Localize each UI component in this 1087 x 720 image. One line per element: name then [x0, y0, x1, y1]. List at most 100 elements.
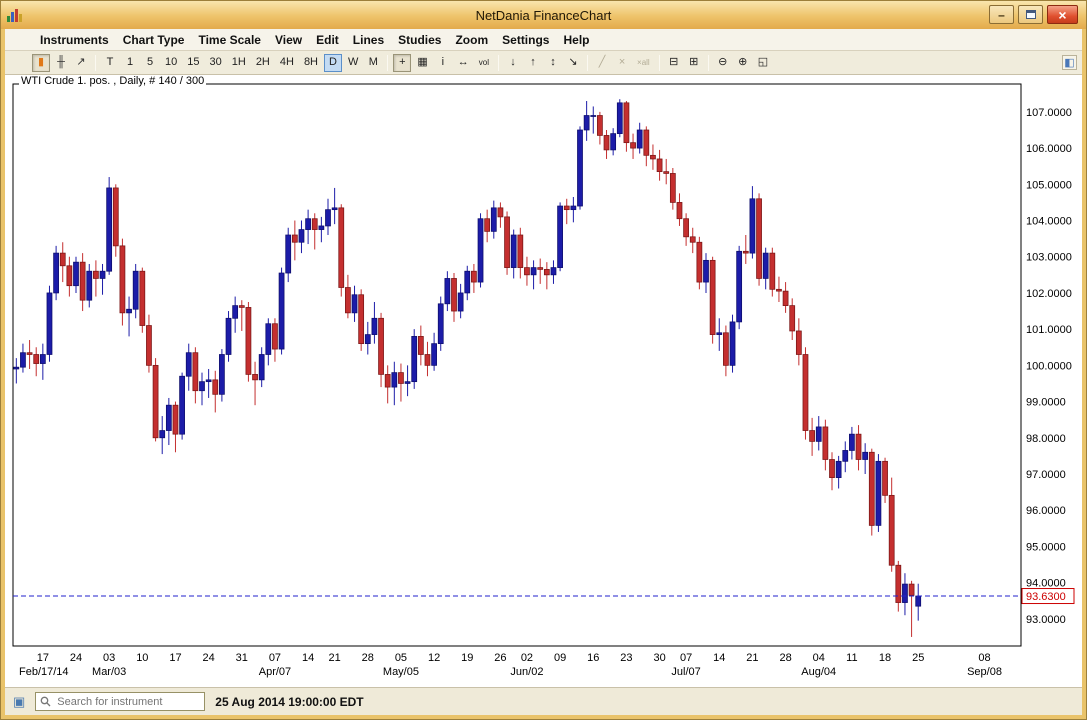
up-arrow-marker-button[interactable]: ↑: [524, 54, 542, 72]
search-input[interactable]: [55, 695, 200, 709]
svg-text:05: 05: [395, 652, 407, 664]
menu-studies[interactable]: Studies: [391, 31, 448, 49]
svg-text:24: 24: [203, 652, 215, 664]
timescale-m-button[interactable]: M: [364, 54, 382, 72]
chart-area: 93.000094.000095.000096.000097.000098.00…: [5, 75, 1082, 687]
grid-button[interactable]: ▦: [413, 54, 431, 72]
svg-text:21: 21: [746, 652, 758, 664]
svg-text:17: 17: [169, 652, 181, 664]
timescale-1h-button[interactable]: 1H: [228, 54, 250, 72]
y-axis-labels: 93.000094.000095.000096.000097.000098.00…: [1026, 107, 1072, 626]
timescale-10-button[interactable]: 10: [161, 54, 181, 72]
menu-help[interactable]: Help: [556, 31, 596, 49]
svg-text:24: 24: [70, 652, 82, 664]
statusbar-app-icon: ▣: [13, 695, 25, 708]
status-timestamp: 25 Aug 2014 19:00:00 EDT: [215, 695, 363, 709]
svg-text:26: 26: [494, 652, 506, 664]
timescale-t-button[interactable]: T: [101, 54, 119, 72]
toolbar: ▮╫↗T151015301H2H4H8HDWM+▦i↔vol↓↑↕↘╱××all…: [5, 51, 1082, 75]
down-arrow-marker-button[interactable]: ↓: [504, 54, 522, 72]
svg-text:07: 07: [680, 652, 692, 664]
info-button[interactable]: i: [434, 54, 452, 72]
toolbar-separator: [95, 55, 96, 71]
zoom-selection-button[interactable]: ◱: [754, 54, 772, 72]
menu-view[interactable]: View: [268, 31, 309, 49]
svg-text:93.6300: 93.6300: [1026, 591, 1066, 603]
ohlc-bar-chart-button[interactable]: ╫: [52, 54, 70, 72]
timescale-5-button[interactable]: 5: [141, 54, 159, 72]
zoom-out-button[interactable]: ⊖: [714, 54, 732, 72]
toolbar-separator: [659, 55, 660, 71]
timescale-15-button[interactable]: 15: [183, 54, 203, 72]
svg-text:94.0000: 94.0000: [1026, 578, 1066, 590]
svg-text:17: 17: [37, 652, 49, 664]
svg-text:16: 16: [587, 652, 599, 664]
timescale-2h-button[interactable]: 2H: [252, 54, 274, 72]
minimize-button[interactable]: –: [989, 5, 1014, 24]
timescale-d-button[interactable]: D: [324, 54, 342, 72]
zoom-in-button[interactable]: ⊕: [734, 54, 752, 72]
timescale-8h-button[interactable]: 8H: [300, 54, 322, 72]
expand-horizontal-button[interactable]: ↔: [454, 54, 473, 72]
menu-lines[interactable]: Lines: [346, 31, 391, 49]
svg-text:08: 08: [978, 652, 990, 664]
menu-edit[interactable]: Edit: [309, 31, 346, 49]
crosshair-button[interactable]: +: [393, 54, 411, 72]
updown-marker-button[interactable]: ↕: [544, 54, 562, 72]
toolbar-separator: [387, 55, 388, 71]
trend-line-button: ╱: [593, 54, 611, 72]
svg-text:101.0000: 101.0000: [1026, 324, 1072, 336]
timescale-1-button[interactable]: 1: [121, 54, 139, 72]
maximize-button[interactable]: [1018, 5, 1043, 24]
svg-text:19: 19: [461, 652, 473, 664]
svg-text:31: 31: [236, 652, 248, 664]
menu-chart-type[interactable]: Chart Type: [116, 31, 192, 49]
titlebar[interactable]: NetDania FinanceChart – ×: [1, 1, 1086, 29]
chart-title: WTI Crude 1. pos. , Daily, # 140 / 300: [19, 75, 206, 87]
timescale-30-button[interactable]: 30: [206, 54, 226, 72]
delete-drawing-button: ×: [613, 54, 631, 72]
svg-text:100.0000: 100.0000: [1026, 360, 1072, 372]
print-preview-button[interactable]: ⊞: [685, 54, 703, 72]
search-icon: [40, 696, 51, 707]
svg-text:99.0000: 99.0000: [1026, 397, 1066, 409]
svg-text:104.0000: 104.0000: [1026, 216, 1072, 228]
side-panel-toggle-button[interactable]: ◧: [1062, 55, 1077, 70]
svg-text:102.0000: 102.0000: [1026, 288, 1072, 300]
menu-time-scale[interactable]: Time Scale: [191, 31, 267, 49]
last-price-tag: 93.6300: [1022, 589, 1074, 604]
svg-text:98.0000: 98.0000: [1026, 433, 1066, 445]
timescale-w-button[interactable]: W: [344, 54, 362, 72]
svg-text:106.0000: 106.0000: [1026, 143, 1072, 155]
menu-zoom[interactable]: Zoom: [448, 31, 495, 49]
volume-button[interactable]: vol: [475, 54, 493, 72]
search-box[interactable]: [35, 692, 205, 711]
toolbar-buttons: ▮╫↗T151015301H2H4H8HDWM+▦i↔vol↓↑↕↘╱××all…: [31, 54, 773, 72]
svg-text:Aug/04: Aug/04: [801, 666, 836, 678]
print-button[interactable]: ⊟: [665, 54, 683, 72]
close-button[interactable]: ×: [1047, 5, 1078, 24]
svg-text:97.0000: 97.0000: [1026, 469, 1066, 481]
candlestick-chart-button[interactable]: ▮: [32, 54, 50, 72]
statusbar: ▣ 25 Aug 2014 19:00:00 EDT: [5, 687, 1082, 715]
svg-text:23: 23: [620, 652, 632, 664]
menu-settings[interactable]: Settings: [495, 31, 556, 49]
diagonal-arrow-tool-button[interactable]: ↘: [564, 54, 582, 72]
line-chart-button[interactable]: ↗: [72, 54, 90, 72]
svg-text:04: 04: [813, 652, 825, 664]
svg-text:30: 30: [653, 652, 665, 664]
svg-text:12: 12: [428, 652, 440, 664]
x-axis-labels: 1724031017243107142128051219260209162330…: [19, 652, 1002, 678]
timescale-4h-button[interactable]: 4H: [276, 54, 298, 72]
svg-text:Feb/17/14: Feb/17/14: [19, 666, 69, 678]
svg-text:09: 09: [554, 652, 566, 664]
svg-text:14: 14: [713, 652, 725, 664]
menubar: InstrumentsChart TypeTime ScaleViewEditL…: [5, 29, 1082, 51]
app-icon: [7, 8, 22, 22]
plot-border: [13, 84, 1021, 646]
toolbar-separator: [708, 55, 709, 71]
svg-text:10: 10: [136, 652, 148, 664]
menu-instruments[interactable]: Instruments: [33, 31, 116, 49]
svg-text:Mar/03: Mar/03: [92, 666, 126, 678]
price-chart-svg[interactable]: 93.000094.000095.000096.000097.000098.00…: [5, 75, 1082, 687]
